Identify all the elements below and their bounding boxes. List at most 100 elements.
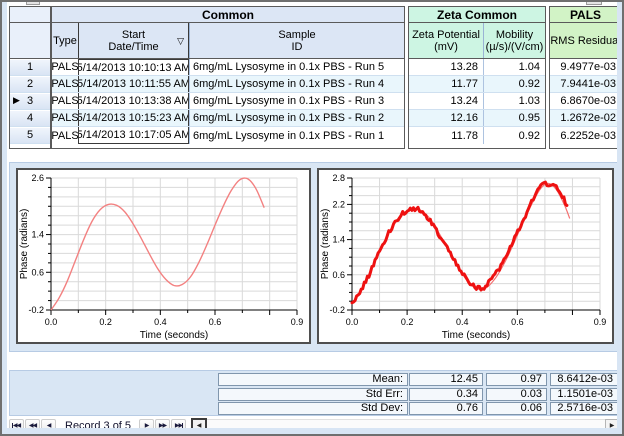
common-group-panel: Common Type StartDate/Time ▽ SampleID PA… <box>51 6 405 149</box>
cell-sample: 6mg/mL Lysosyme in 0.1x PBS - Run 3 <box>189 93 404 109</box>
table-row[interactable]: 11.78 0.92 <box>409 127 545 144</box>
fitted-phase-plot: -0.20.61.42.60.00.20.40.60.9Time (second… <box>18 170 309 342</box>
row-number: 5 <box>10 128 50 143</box>
nav-first-record-button[interactable]: ◀◀ <box>9 419 24 433</box>
nav-rewind-button[interactable]: ◀◀ <box>25 419 40 433</box>
table-row[interactable]: PALS 5/14/2013 10:17:05 AM 6mg/mL Lysosy… <box>52 127 404 144</box>
cell-zeta: 11.77 <box>409 76 483 92</box>
next-record-icon: ▶ <box>145 422 149 429</box>
stat-label-mean: Mean: <box>218 373 408 386</box>
cell-zeta: 12.16 <box>409 110 483 126</box>
svg-text:0.6: 0.6 <box>31 267 44 277</box>
column-header-sample-id[interactable]: SampleID <box>189 23 404 58</box>
sort-descending-icon: ▽ <box>177 35 184 47</box>
row-header-panel: 1 2 ▶3 4 5 <box>9 6 51 149</box>
svg-text:1.4: 1.4 <box>332 235 345 245</box>
stat-stderr-rms: 1.1501e-03 <box>550 388 618 401</box>
stat-stddev-rms: 2.5716e-03 <box>550 402 618 415</box>
svg-text:0.6: 0.6 <box>209 317 222 327</box>
table-row[interactable]: 12.16 0.95 <box>409 110 545 127</box>
row-selector-5[interactable]: 5 <box>10 127 50 144</box>
stat-stddev-zeta: 0.76 <box>409 402 483 415</box>
svg-text:0.4: 0.4 <box>154 317 167 327</box>
cell-zeta: 13.28 <box>409 59 483 75</box>
table-row[interactable]: 1.2672e-02 <box>550 110 621 127</box>
table-row[interactable]: PALS 5/14/2013 10:11:55 AM 6mg/mL Lysosy… <box>52 76 404 93</box>
right-phase-chart: -0.20.61.42.22.80.00.20.40.60.9Time (sec… <box>317 168 614 344</box>
fast-forward-icon: ▶▶ <box>159 422 166 429</box>
left-phase-chart: -0.20.61.42.60.00.20.40.60.9Time (second… <box>16 168 311 344</box>
table-row[interactable]: PALS 5/14/2013 10:10:13 AM 6mg/mL Lysosy… <box>52 59 404 76</box>
hscroll-right-button[interactable]: ▶ <box>605 419 619 432</box>
table-row-selected[interactable]: 6.8670e-03 <box>550 93 621 110</box>
scroll-left-icon: ◀ <box>197 422 202 429</box>
cell-start: 5/14/2013 10:17:05 AM <box>78 127 189 144</box>
table-row[interactable]: 9.4977e-03 <box>550 59 621 76</box>
table-row[interactable]: 7.9441e-03 <box>550 76 621 93</box>
table-row[interactable]: 11.77 0.92 <box>409 76 545 93</box>
cell-zeta: 11.78 <box>409 127 483 144</box>
cell-start: 5/14/2013 10:10:13 AM <box>78 59 189 75</box>
measured-phase-plot: -0.20.61.42.22.80.00.20.40.60.9Time (sec… <box>319 170 612 342</box>
hscroll-track[interactable] <box>207 419 605 432</box>
svg-text:0.0: 0.0 <box>346 317 359 327</box>
table-row[interactable]: 6.2252e-03 <box>550 127 621 144</box>
nav-prev-record-button[interactable]: ◀ <box>41 419 56 433</box>
nav-last-record-button[interactable]: ▶▶ <box>171 419 186 433</box>
svg-text:Time (seconds): Time (seconds) <box>442 330 511 341</box>
cell-sample: 6mg/mL Lysosyme in 0.1x PBS - Run 4 <box>189 76 404 92</box>
column-header-rms-residual[interactable]: RMS Residual <box>550 23 621 58</box>
cell-mobility: 1.03 <box>483 93 545 109</box>
table-row[interactable]: 13.28 1.04 <box>409 59 545 76</box>
svg-text:Phase (radians): Phase (radians) <box>19 209 30 280</box>
nav-fast-forward-button[interactable]: ▶▶ <box>155 419 170 433</box>
svg-text:Phase (radians): Phase (radians) <box>320 209 331 280</box>
cell-rms: 6.8670e-03 <box>550 93 621 109</box>
charts-band: -0.2 0.6 1.4 2.6 0.0 0.2 0.4 0.6 0.9 Time (second… <box>9 162 619 352</box>
table-row[interactable]: PALS 5/14/2013 10:15:23 AM 6mg/mL Lysosy… <box>52 110 404 127</box>
scroll-right-icon: ▶ <box>610 422 615 429</box>
row-number: 1 <box>10 60 50 75</box>
cell-mobility: 0.95 <box>483 110 545 126</box>
stat-label-stddev: Std Dev: <box>218 402 408 415</box>
table-row-selected[interactable]: PALS 5/14/2013 10:13:38 AM 6mg/mL Lysosy… <box>52 93 404 110</box>
hscroll-left-button[interactable]: ◀ <box>191 418 207 433</box>
svg-text:0.2: 0.2 <box>401 317 414 327</box>
svg-text:0.2: 0.2 <box>99 317 112 327</box>
cell-sample: 6mg/mL Lysosyme in 0.1x PBS - Run 1 <box>189 127 404 144</box>
svg-text:0.0: 0.0 <box>45 317 58 327</box>
cell-mobility: 0.92 <box>483 76 545 92</box>
svg-text:2.2: 2.2 <box>332 199 345 209</box>
table-row-selected[interactable]: 13.24 1.03 <box>409 93 545 110</box>
cell-zeta: 13.24 <box>409 93 483 109</box>
row-number: 4 <box>10 111 50 126</box>
row-selector-4[interactable]: 4 <box>10 110 50 127</box>
column-header-mobility[interactable]: Mobility(µ/s)/(V/cm) <box>483 23 545 58</box>
clipped-scrollbar-fragment-left <box>26 2 40 5</box>
pals-group-panel: PALS RMS Residual 9.4977e-03 7.9441e-03 … <box>549 6 622 149</box>
column-header-type[interactable]: Type <box>52 23 78 58</box>
nav-next-record-button[interactable]: ▶ <box>139 419 154 433</box>
stat-stderr-mobility: 0.03 <box>486 388 547 401</box>
cell-rms: 6.2252e-03 <box>550 127 621 144</box>
record-navigator: ◀◀ ◀◀ ◀ Record 3 of 5 ▶ ▶▶ ▶▶ ◀ ▶ <box>9 417 619 434</box>
cell-start: 5/14/2013 10:11:55 AM <box>78 76 189 92</box>
zeta-common-group-panel: Zeta Common Zeta Potential(mV) Mobility(… <box>408 6 546 149</box>
row-selector-2[interactable]: 2 <box>10 76 50 93</box>
column-header-zeta-potential[interactable]: Zeta Potential(mV) <box>409 23 483 58</box>
svg-text:-0.2: -0.2 <box>329 305 345 315</box>
stat-mean-mobility: 0.97 <box>486 373 547 386</box>
column-header-start-datetime[interactable]: StartDate/Time ▽ <box>78 23 189 58</box>
record-position-label: Record 3 of 5 <box>57 420 139 432</box>
cell-type: PALS <box>52 59 78 75</box>
cell-start: 5/14/2013 10:13:38 AM <box>78 93 189 109</box>
svg-text:2.6: 2.6 <box>31 173 44 183</box>
row-selector-1[interactable]: 1 <box>10 59 50 76</box>
row-selector-3[interactable]: ▶3 <box>10 93 50 110</box>
svg-text:Time (seconds): Time (seconds) <box>140 330 209 341</box>
cell-mobility: 1.04 <box>483 59 545 75</box>
svg-text:0.9: 0.9 <box>594 317 607 327</box>
rewind-icon: ◀◀ <box>29 422 36 429</box>
svg-text:0.4: 0.4 <box>456 317 469 327</box>
cell-start: 5/14/2013 10:15:23 AM <box>78 110 189 126</box>
